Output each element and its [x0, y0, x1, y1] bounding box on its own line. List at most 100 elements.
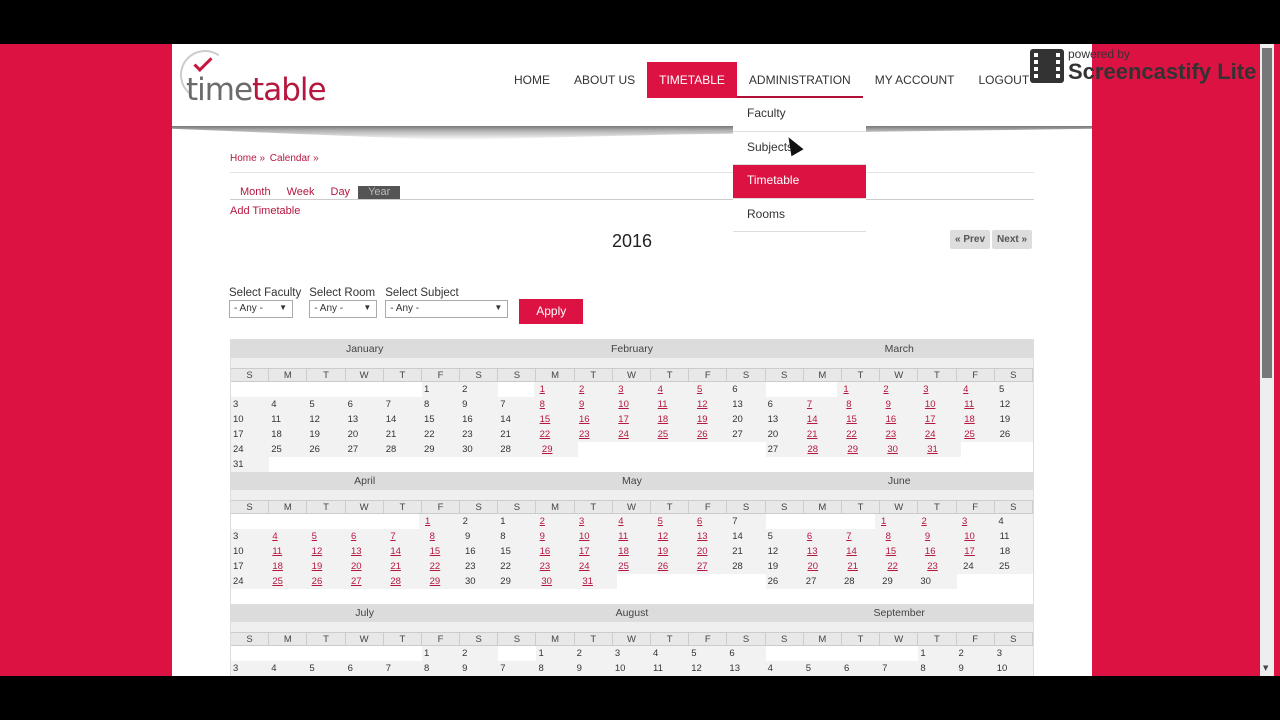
- day-link[interactable]: 27: [345, 574, 384, 589]
- day-link[interactable]: 17: [919, 412, 958, 427]
- day-link[interactable]: 25: [958, 427, 997, 442]
- day-link[interactable]: 9: [534, 529, 573, 544]
- day-link[interactable]: 12: [691, 397, 730, 412]
- next-button[interactable]: Next »: [992, 230, 1033, 249]
- day-link[interactable]: 20: [345, 559, 384, 574]
- day-link[interactable]: 23: [573, 427, 612, 442]
- day-link[interactable]: 11: [266, 544, 305, 559]
- day-link[interactable]: 7: [384, 529, 423, 544]
- day-link[interactable]: 18: [612, 544, 651, 559]
- day-link[interactable]: 14: [801, 412, 840, 427]
- nav-home[interactable]: HOME: [502, 62, 562, 98]
- day-link[interactable]: 22: [881, 559, 921, 574]
- day-link[interactable]: 9: [573, 397, 612, 412]
- day-link[interactable]: 12: [306, 544, 345, 559]
- day-link[interactable]: 18: [958, 412, 997, 427]
- day-link[interactable]: 14: [840, 544, 879, 559]
- day-link[interactable]: 16: [534, 544, 573, 559]
- day-link[interactable]: 8: [534, 397, 573, 412]
- logo[interactable]: timetable: [176, 46, 348, 112]
- day-link[interactable]: 3: [956, 514, 996, 529]
- day-link[interactable]: 6: [801, 529, 840, 544]
- day-link[interactable]: 13: [345, 544, 384, 559]
- day-link[interactable]: 17: [958, 544, 997, 559]
- day-link[interactable]: 1: [534, 382, 573, 397]
- prev-button[interactable]: « Prev: [950, 230, 991, 249]
- day-link[interactable]: 6: [345, 529, 384, 544]
- day-link[interactable]: 30: [535, 574, 576, 589]
- day-link[interactable]: 22: [840, 427, 879, 442]
- day-link[interactable]: 7: [801, 397, 840, 412]
- nav-administration[interactable]: ADMINISTRATION: [736, 62, 863, 98]
- day-link[interactable]: 3: [612, 382, 651, 397]
- day-link[interactable]: 3: [917, 382, 957, 397]
- day-link[interactable]: 1: [419, 514, 461, 529]
- day-link[interactable]: 6: [691, 514, 730, 529]
- day-link[interactable]: 13: [691, 529, 730, 544]
- day-link[interactable]: 4: [612, 514, 651, 529]
- menu-item-timetable[interactable]: Timetable: [733, 165, 866, 199]
- day-link[interactable]: 3: [573, 514, 612, 529]
- scrollbar-thumb[interactable]: [1262, 48, 1272, 378]
- day-link[interactable]: 13: [801, 544, 840, 559]
- day-link[interactable]: 18: [652, 412, 691, 427]
- day-link[interactable]: 17: [573, 544, 612, 559]
- day-link[interactable]: 2: [877, 382, 917, 397]
- add-timetable-link[interactable]: Add Timetable: [230, 205, 300, 217]
- day-link[interactable]: 8: [424, 529, 463, 544]
- breadcrumb-home[interactable]: Home »: [230, 153, 265, 164]
- day-link[interactable]: 22: [424, 559, 463, 574]
- day-link[interactable]: 16: [880, 412, 919, 427]
- day-link[interactable]: 10: [958, 529, 997, 544]
- day-link[interactable]: 20: [691, 544, 730, 559]
- day-link[interactable]: 17: [612, 412, 651, 427]
- day-link[interactable]: 29: [424, 574, 463, 589]
- day-link[interactable]: 25: [612, 559, 651, 574]
- day-link[interactable]: 8: [840, 397, 879, 412]
- day-link[interactable]: 29: [536, 442, 578, 457]
- day-link[interactable]: 14: [384, 544, 423, 559]
- tab-day[interactable]: Day: [323, 186, 359, 199]
- day-link[interactable]: 23: [534, 559, 573, 574]
- day-link[interactable]: 15: [424, 544, 463, 559]
- day-link[interactable]: 11: [652, 397, 691, 412]
- day-link[interactable]: 31: [921, 442, 961, 457]
- day-link[interactable]: 12: [652, 529, 691, 544]
- day-link[interactable]: 2: [915, 514, 955, 529]
- day-link[interactable]: 9: [919, 529, 958, 544]
- day-link[interactable]: 24: [612, 427, 651, 442]
- day-link[interactable]: 21: [384, 559, 423, 574]
- day-link[interactable]: 16: [573, 412, 612, 427]
- day-link[interactable]: 23: [880, 427, 919, 442]
- nav-about-us[interactable]: ABOUT US: [562, 62, 647, 98]
- day-link[interactable]: 19: [691, 412, 730, 427]
- day-link[interactable]: 9: [880, 397, 919, 412]
- day-link[interactable]: 28: [384, 574, 423, 589]
- day-link[interactable]: 15: [840, 412, 879, 427]
- day-link[interactable]: 11: [958, 397, 997, 412]
- day-link[interactable]: 28: [802, 442, 842, 457]
- day-link[interactable]: 4: [266, 529, 305, 544]
- day-link[interactable]: 26: [691, 427, 730, 442]
- day-link[interactable]: 10: [573, 529, 612, 544]
- day-link[interactable]: 31: [576, 574, 617, 589]
- day-link[interactable]: 25: [266, 574, 305, 589]
- day-link[interactable]: 1: [837, 382, 877, 397]
- day-link[interactable]: 2: [573, 382, 612, 397]
- scrollbar[interactable]: ▼: [1260, 44, 1274, 676]
- menu-item-rooms[interactable]: Rooms: [733, 199, 866, 232]
- day-link[interactable]: 29: [841, 442, 881, 457]
- day-link[interactable]: 24: [919, 427, 958, 442]
- apply-button[interactable]: Apply: [519, 299, 584, 324]
- faculty-select[interactable]: - Any - ▼: [229, 300, 293, 318]
- breadcrumb-calendar[interactable]: Calendar »: [270, 153, 319, 164]
- day-link[interactable]: 30: [881, 442, 921, 457]
- day-link[interactable]: 15: [534, 412, 573, 427]
- day-link[interactable]: 11: [612, 529, 651, 544]
- day-link[interactable]: 20: [802, 559, 842, 574]
- day-link[interactable]: 19: [306, 559, 345, 574]
- day-link[interactable]: 27: [691, 559, 730, 574]
- day-link[interactable]: 21: [801, 427, 840, 442]
- day-link[interactable]: 23: [921, 559, 961, 574]
- day-link[interactable]: 1: [875, 514, 915, 529]
